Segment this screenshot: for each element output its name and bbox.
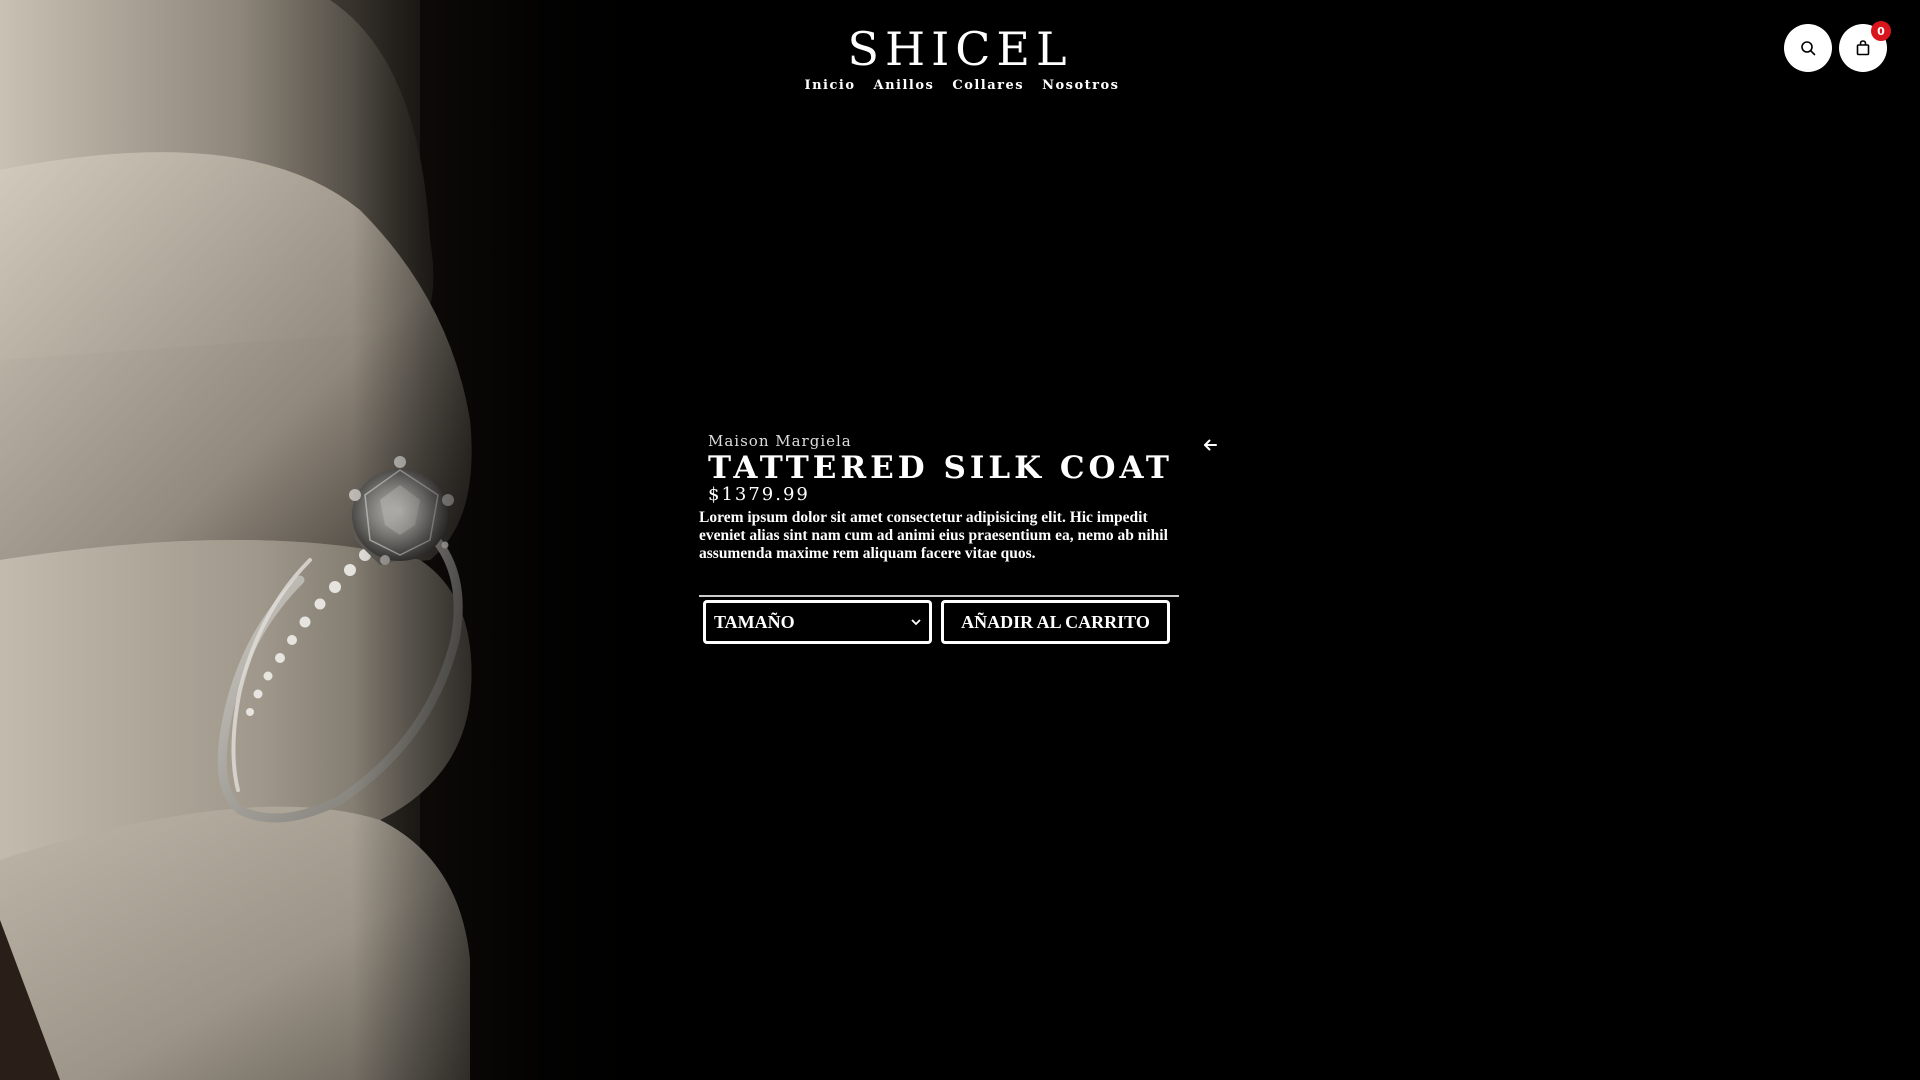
main-nav: Inicio Anillos Collares Nosotros [0,78,1920,93]
nav-link-nosotros[interactable]: Nosotros [1042,78,1119,93]
search-button[interactable] [1784,24,1832,72]
chevron-down-icon [911,618,921,626]
product-price: $1379.99 [708,484,810,505]
cart-count-badge: 0 [1871,21,1891,41]
nav-link-inicio[interactable]: Inicio [805,78,856,93]
divider [699,595,1179,597]
product-description: Lorem ipsum dolor sit amet consectetur a… [699,509,1168,562]
product-brand: Maison Margiela [708,432,852,450]
arrow-left-icon[interactable] [1202,437,1218,453]
brand-logo[interactable]: SHICEL [0,22,1920,76]
cart-button[interactable]: 0 [1839,21,1891,72]
add-to-cart-button[interactable]: AÑADIR AL CARRITO [941,600,1170,644]
size-select[interactable]: TAMAÑO [703,600,932,644]
size-select-value: TAMAÑO [714,611,795,632]
shopping-bag-icon [1856,40,1870,56]
product-page: SHICEL Inicio Anillos Collares Nosotros … [0,0,1920,1080]
nav-link-collares[interactable]: Collares [952,78,1024,93]
search-icon [1801,41,1816,56]
product-title: TATTERED SILK COAT [708,450,1173,486]
hero-image-ring [0,0,640,1080]
nav-link-anillos[interactable]: Anillos [874,78,935,93]
